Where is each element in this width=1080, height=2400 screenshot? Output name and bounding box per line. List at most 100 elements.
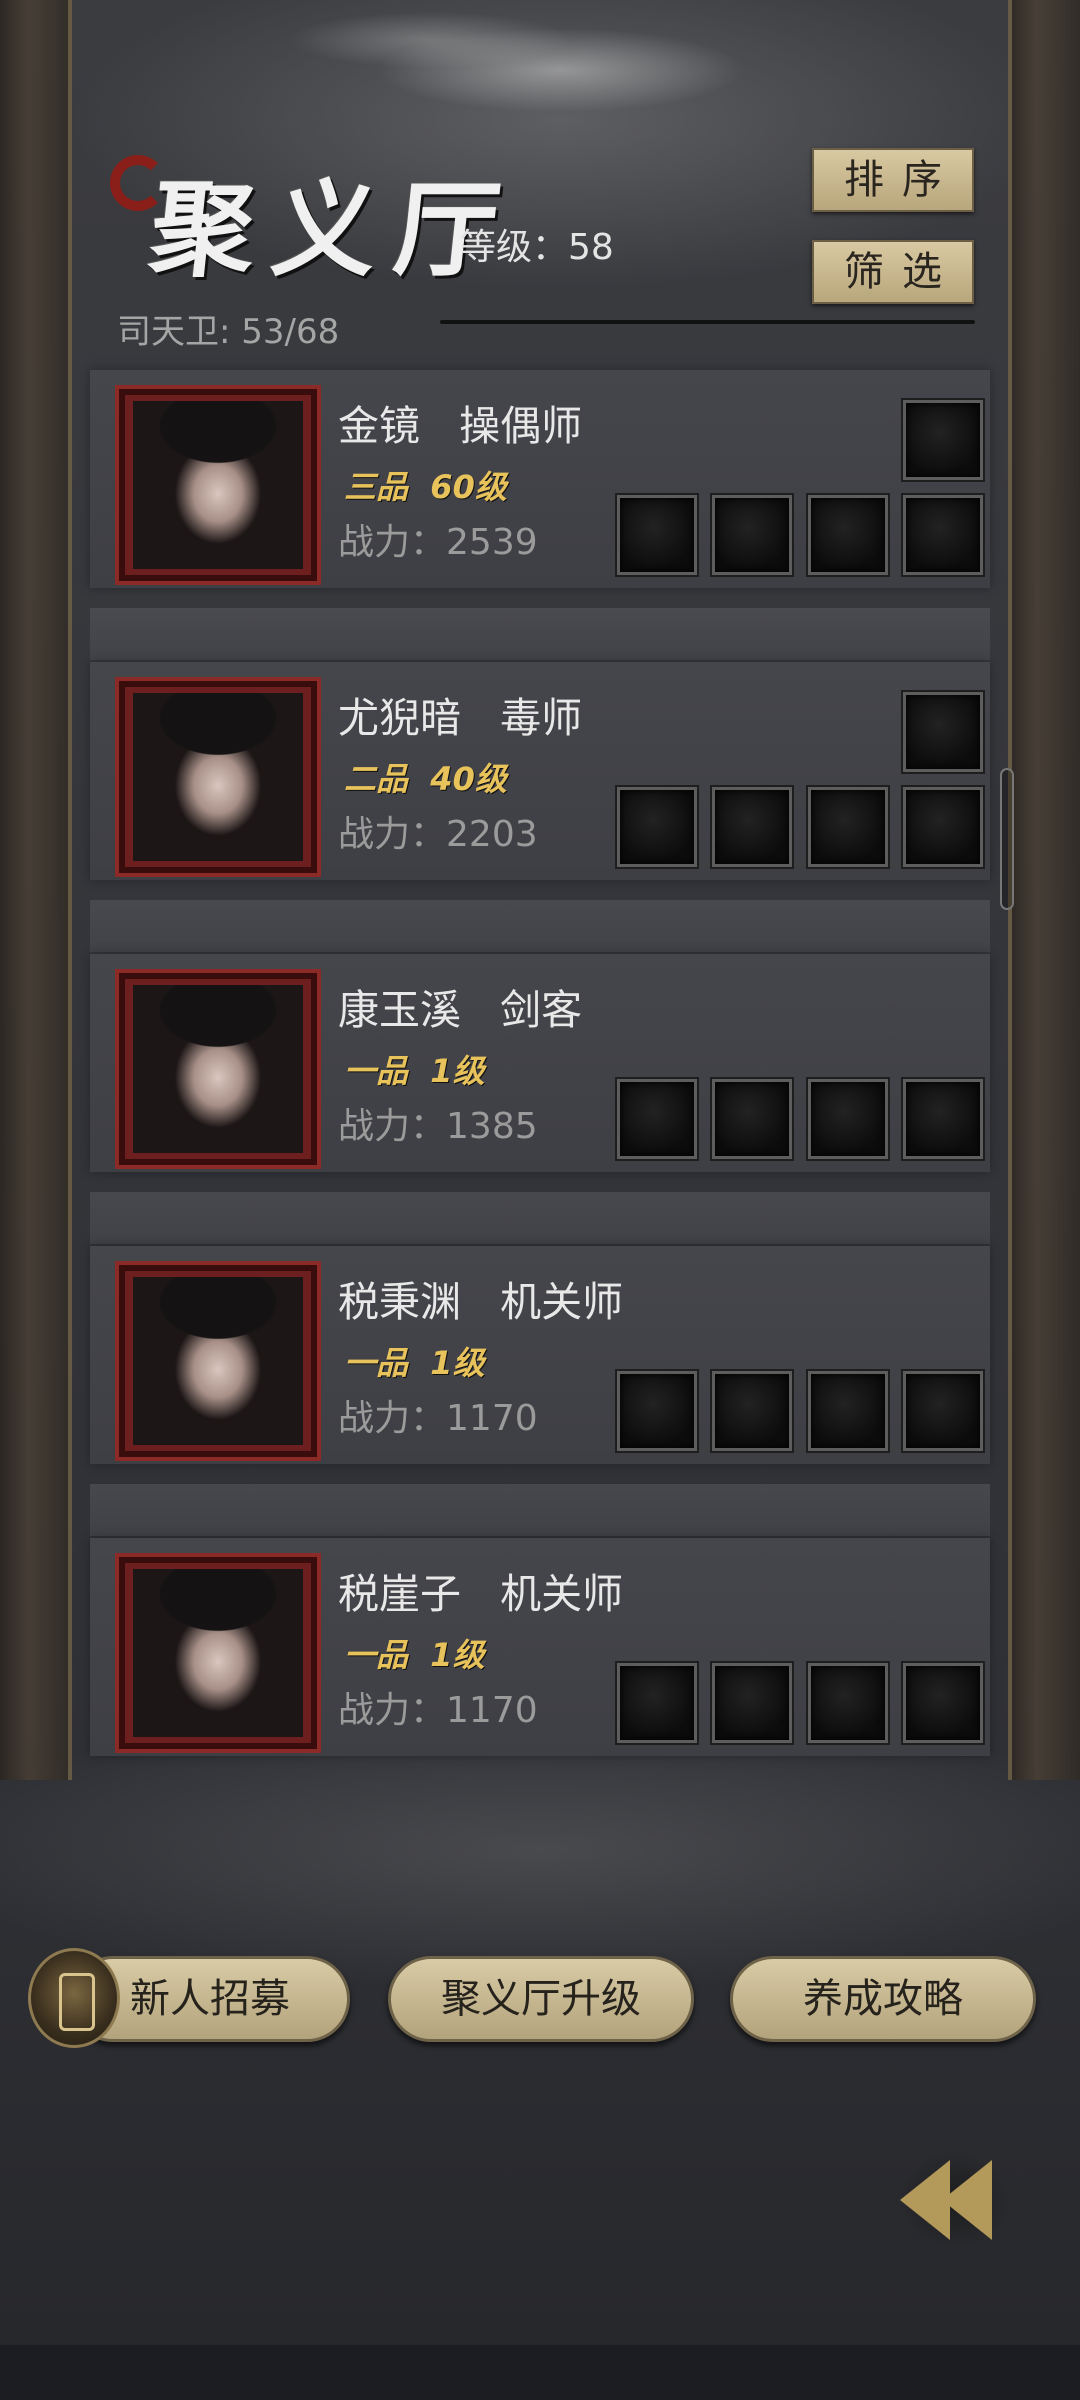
hero-rank: 一品 xyxy=(344,1052,409,1090)
hero-power: 战力：1170 xyxy=(338,1681,538,1733)
hero-name: 税崖子 机关师 xyxy=(338,1560,623,1620)
hero-name-text: 税崖子 xyxy=(338,1570,461,1618)
scrollbar[interactable] xyxy=(1000,768,1014,910)
hero-power: 战力：2203 xyxy=(338,805,538,857)
equipment-slot[interactable] xyxy=(808,495,888,575)
hero-role: 操偶师 xyxy=(459,402,583,450)
hero-role: 机关师 xyxy=(500,1570,624,1618)
hero-level: 1级 xyxy=(430,1052,485,1090)
power-label: 战力： xyxy=(338,1398,447,1439)
equipment-slot[interactable] xyxy=(617,495,697,575)
equipment-slot[interactable] xyxy=(903,1079,983,1159)
power-label: 战力： xyxy=(338,522,447,563)
hero-level: 60级 xyxy=(430,468,507,506)
navigation-bar xyxy=(0,2345,1080,2400)
power-value: 2539 xyxy=(446,522,538,563)
equipment-slot[interactable] xyxy=(808,1371,888,1451)
hero-row[interactable]: 康玉溪 剑客 一品 1级 战力：1385 xyxy=(90,954,990,1172)
guard-count: 司天卫: 53/68 xyxy=(117,304,339,353)
hero-level: 1级 xyxy=(430,1636,485,1674)
hero-portrait[interactable] xyxy=(115,969,321,1169)
divider xyxy=(440,320,975,324)
hero-row[interactable]: 税秉渊 机关师 一品 1级 战力：1170 xyxy=(90,1246,990,1464)
equipment-slot[interactable] xyxy=(617,1663,697,1743)
equipment-slot[interactable] xyxy=(617,787,697,867)
hero-name-text: 尤猊暗 xyxy=(338,694,461,742)
portrait-hair xyxy=(133,1569,303,1737)
hero-name: 金镜 操偶师 xyxy=(338,392,582,452)
portrait-hair xyxy=(133,693,303,861)
equipment-slot[interactable] xyxy=(903,787,983,867)
power-label: 战力： xyxy=(338,1690,447,1731)
power-value: 2203 xyxy=(446,814,538,855)
guard-label: 司天卫: xyxy=(117,312,242,352)
hero-power: 战力：1385 xyxy=(338,1097,538,1149)
hero-portrait[interactable] xyxy=(115,677,321,877)
hero-name: 康玉溪 剑客 xyxy=(338,976,582,1036)
hero-name: 尤猊暗 毒师 xyxy=(338,684,582,744)
sort-button[interactable]: 排序 xyxy=(812,148,974,212)
row-separator xyxy=(90,608,990,660)
equipment-slot[interactable] xyxy=(617,1371,697,1451)
hero-name-text: 康玉溪 xyxy=(338,986,461,1034)
equipment-slot[interactable] xyxy=(903,1663,983,1743)
power-value: 1170 xyxy=(446,1690,538,1731)
hero-level: 40级 xyxy=(430,760,507,798)
hero-grade: 三品 60级 xyxy=(344,462,507,508)
equipment-slot[interactable] xyxy=(903,1371,983,1451)
hall-upgrade-button[interactable]: 聚义厅升级 xyxy=(388,1956,694,2042)
equipment-slot[interactable] xyxy=(712,1371,792,1451)
scroll-icon[interactable] xyxy=(28,1948,120,2048)
hero-power: 战力：1170 xyxy=(338,1389,538,1441)
equipment-slot[interactable] xyxy=(712,1079,792,1159)
hero-rank: 一品 xyxy=(344,1344,409,1382)
hero-level: 1级 xyxy=(430,1344,485,1382)
hero-rank: 一品 xyxy=(344,1636,409,1674)
hero-grade: 二品 40级 xyxy=(344,754,507,800)
equipment-slot[interactable] xyxy=(808,787,888,867)
equipment-slot[interactable] xyxy=(712,495,792,575)
hero-row[interactable]: 税崖子 机关师 一品 1级 战力：1170 xyxy=(90,1538,990,1756)
equipment-slot[interactable] xyxy=(712,787,792,867)
portrait-hair xyxy=(133,401,303,569)
row-separator xyxy=(90,1484,990,1536)
equipment-slot[interactable] xyxy=(712,1663,792,1743)
power-value: 1385 xyxy=(446,1106,538,1147)
equipment-slot[interactable] xyxy=(617,1079,697,1159)
row-separator xyxy=(90,1192,990,1244)
equipment-slot[interactable] xyxy=(903,692,983,772)
hero-role: 剑客 xyxy=(500,986,583,1034)
guard-value: 53/68 xyxy=(241,312,340,352)
hero-name: 税秉渊 机关师 xyxy=(338,1268,623,1328)
hero-portrait[interactable] xyxy=(115,385,321,585)
hero-portrait[interactable] xyxy=(115,1553,321,1753)
row-separator xyxy=(90,900,990,952)
guide-button[interactable]: 养成攻略 xyxy=(730,1956,1036,2042)
hero-power: 战力：2539 xyxy=(338,513,538,565)
chevron-left-icon xyxy=(942,2160,992,2240)
equipment-slot[interactable] xyxy=(808,1079,888,1159)
hero-row[interactable]: 尤猊暗 毒师 二品 40级 战力：2203 xyxy=(90,662,990,880)
power-label: 战力： xyxy=(338,814,447,855)
power-value: 1170 xyxy=(446,1398,538,1439)
hero-grade: 一品 1级 xyxy=(344,1338,485,1384)
equipment-slot[interactable] xyxy=(903,400,983,480)
hero-rank: 二品 xyxy=(344,760,409,798)
hero-role: 毒师 xyxy=(500,694,583,742)
hero-grade: 一品 1级 xyxy=(344,1630,485,1676)
hero-grade: 一品 1级 xyxy=(344,1046,485,1092)
equipment-slot[interactable] xyxy=(903,495,983,575)
hero-row[interactable]: 金镜 操偶师 三品 60级 战力：2539 xyxy=(90,370,990,588)
hero-portrait[interactable] xyxy=(115,1261,321,1461)
equipment-slot[interactable] xyxy=(808,1663,888,1743)
filter-button[interactable]: 筛选 xyxy=(812,240,974,304)
portrait-hair xyxy=(133,985,303,1153)
right-frame xyxy=(1008,0,1080,1780)
hero-name-text: 税秉渊 xyxy=(338,1278,461,1326)
level-label: 等级： xyxy=(460,227,569,268)
level-value: 58 xyxy=(568,227,614,268)
hall-level: 等级：58 xyxy=(460,218,614,270)
back-button[interactable] xyxy=(880,2130,1030,2270)
hero-list[interactable]: 金镜 操偶师 三品 60级 战力：2539 尤猊暗 毒师 二品 40级 战力：2… xyxy=(90,370,990,1790)
hero-name-text: 金镜 xyxy=(338,402,420,450)
